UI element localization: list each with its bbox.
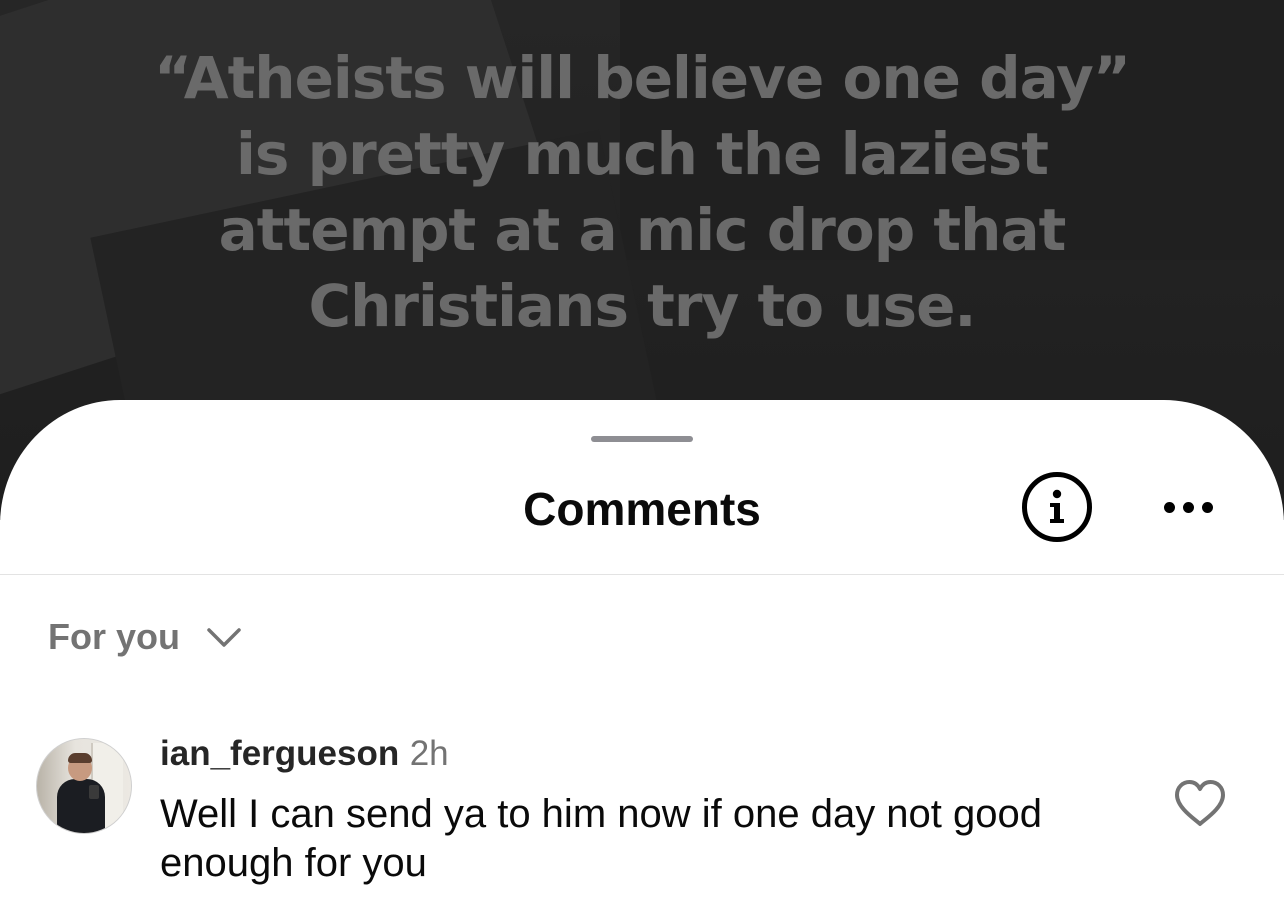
post-quote-line: Christians try to use.	[308, 272, 977, 340]
comment-username[interactable]: ian_fergueson	[160, 734, 399, 773]
more-dot	[1183, 502, 1194, 513]
post-quote: “Atheists will believe one day” is prett…	[0, 40, 1284, 344]
header-divider	[0, 574, 1284, 575]
avatar-phone	[89, 785, 99, 799]
more-dot	[1202, 502, 1213, 513]
post-quote-line: attempt at a mic drop that	[218, 196, 1067, 264]
info-button[interactable]	[1022, 472, 1092, 542]
sheet-drag-handle[interactable]	[591, 436, 693, 442]
comment-timestamp: 2h	[409, 734, 449, 773]
post-quote-line: is pretty much the laziest	[236, 120, 1049, 188]
chevron-down-icon	[207, 628, 241, 647]
info-icon	[1050, 489, 1064, 523]
comments-sheet: Comments For you ian_fergueson 2h Well I…	[0, 400, 1284, 906]
avatar-person-hair	[68, 753, 92, 763]
avatar[interactable]	[36, 738, 132, 834]
sort-dropdown[interactable]: For you	[48, 612, 242, 662]
post-quote-line: “Atheists will believe one day”	[154, 44, 1131, 112]
like-button[interactable]	[1172, 778, 1228, 830]
sort-label: For you	[48, 616, 180, 657]
comment-meta: ian_fergueson 2h	[160, 734, 449, 774]
comments-screen: “Atheists will believe one day” is prett…	[0, 0, 1284, 906]
more-options-button[interactable]	[1160, 498, 1216, 518]
comment-text: Well I can send ya to him now if one day…	[160, 792, 1043, 885]
more-dot	[1164, 502, 1175, 513]
comment-item: ian_fergueson 2h Well I can send ya to h…	[36, 734, 1256, 888]
heart-icon	[1175, 780, 1225, 826]
